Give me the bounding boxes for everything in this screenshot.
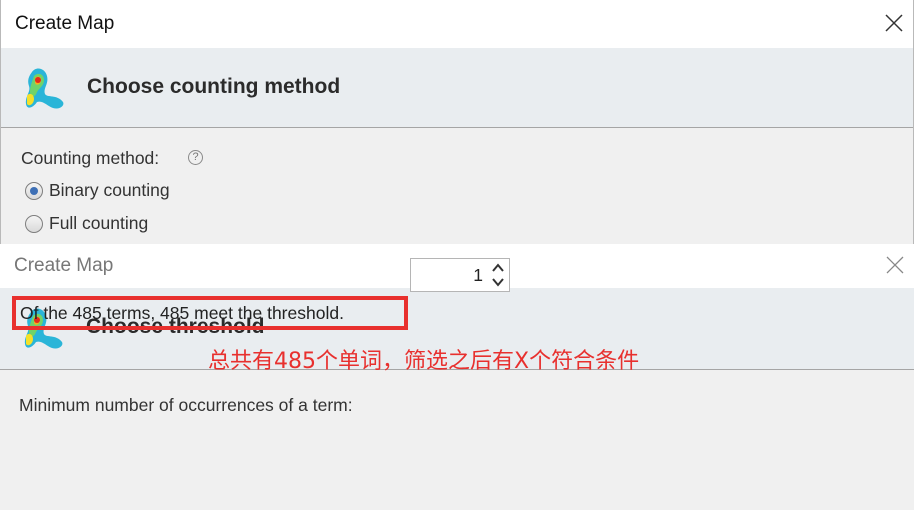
min-occurrences-input[interactable] — [413, 261, 487, 289]
threshold-result-text: Of the 485 terms, 485 meet the threshold… — [20, 303, 344, 323]
create-map-dialog-counting: Create Map Choose counting method Counti… — [0, 0, 914, 244]
spinner-down-icon[interactable] — [489, 275, 507, 289]
radio-button-checked[interactable] — [25, 182, 43, 200]
window-title: Create Map — [14, 255, 114, 276]
counting-method-label: Counting method: — [21, 148, 160, 168]
window-title: Create Map — [15, 13, 115, 34]
title-bar: Create Map — [1, 0, 913, 48]
min-occurrences-label: Minimum number of occurrences of a term: — [19, 395, 353, 415]
step-heading: Choose counting method — [87, 75, 341, 98]
vosviewer-logo-icon — [25, 68, 64, 109]
threshold-result-highlight: Of the 485 terms, 485 meet the threshold… — [12, 296, 408, 330]
counting-method-panel: Counting method: ? Binary counting Full … — [1, 129, 913, 244]
help-icon[interactable]: ? — [188, 150, 203, 165]
close-icon[interactable] — [884, 254, 906, 276]
spinner-buttons — [489, 261, 507, 289]
radio-label: Full counting — [49, 213, 149, 233]
threshold-panel: Minimum number of occurrences of a term: — [0, 371, 914, 510]
radio-button[interactable] — [25, 215, 43, 233]
radio-label: Binary counting — [49, 180, 170, 200]
spinner-up-icon[interactable] — [489, 261, 507, 275]
annotation-text: 总共有485个单词，筛选之后有X个符合条件 — [208, 349, 640, 374]
close-icon[interactable] — [883, 12, 905, 34]
min-occurrences-spinner[interactable] — [410, 258, 510, 292]
step-header: Choose counting method — [1, 48, 913, 128]
